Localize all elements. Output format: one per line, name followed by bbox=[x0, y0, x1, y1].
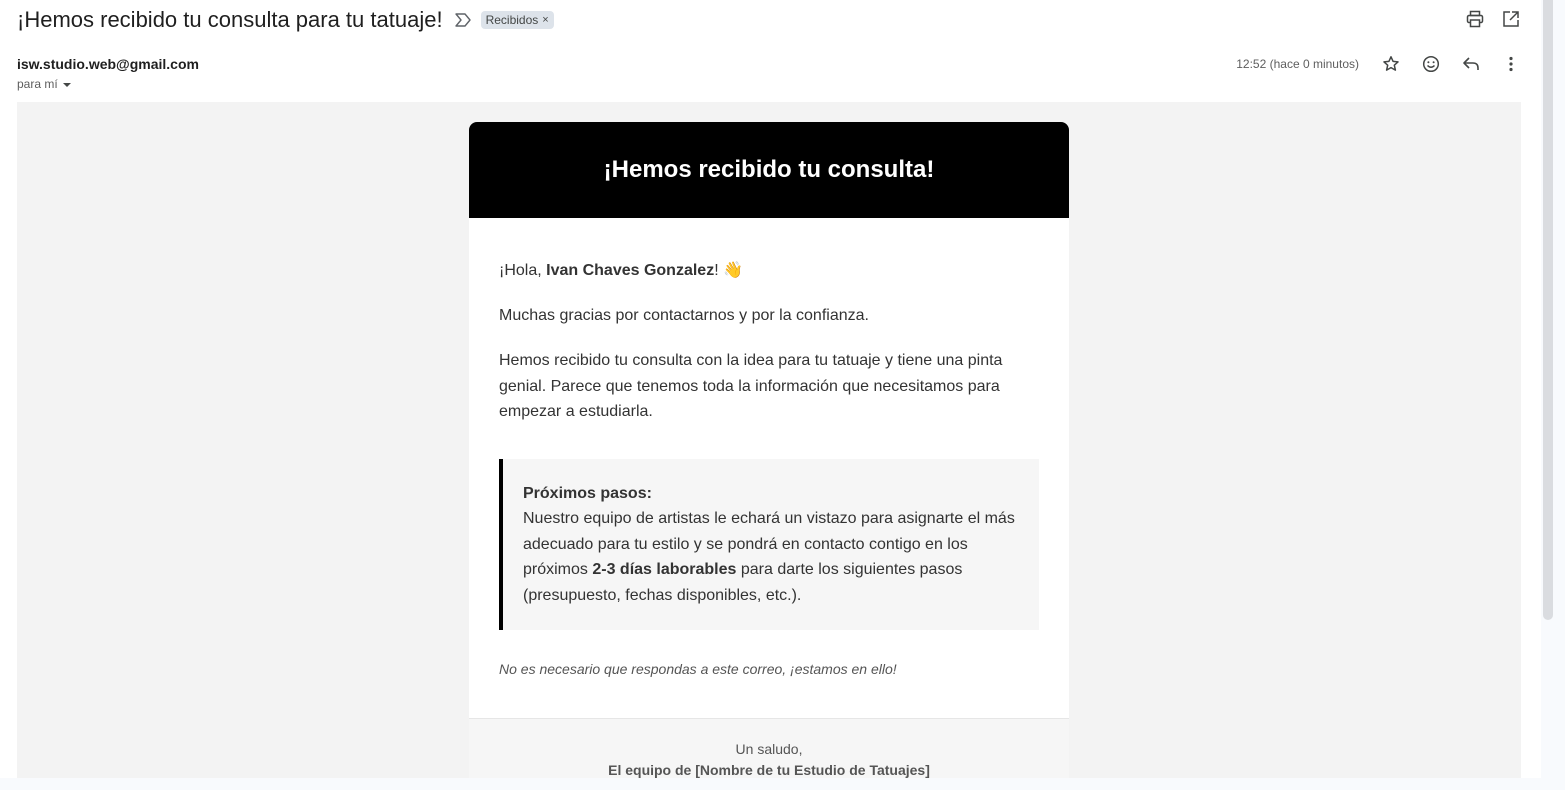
message-timestamp: 12:52 (hace 0 minutos) bbox=[1236, 57, 1359, 71]
important-marker-icon[interactable] bbox=[454, 13, 471, 27]
recipient-row[interactable]: para mí bbox=[17, 77, 72, 91]
card-content: ¡Hola, Ivan Chaves Gonzalez! 👋 Muchas gr… bbox=[469, 218, 1069, 718]
next-steps-box: Próximos pasos: Nuestro equipo de artist… bbox=[499, 458, 1039, 630]
greeting-prefix: ¡Hola, bbox=[499, 262, 547, 279]
card-title: ¡Hemos recibido tu consulta! bbox=[603, 156, 935, 183]
emoji-reaction-icon[interactable] bbox=[1421, 54, 1441, 74]
scrollbar-thumb[interactable] bbox=[1543, 0, 1553, 620]
greeting-name: Ivan Chaves Gonzalez bbox=[546, 262, 715, 279]
next-steps-title: Próximos pasos: bbox=[523, 484, 652, 502]
subject-row: ¡Hemos recibido tu consulta para tu tatu… bbox=[17, 6, 554, 34]
message-actions bbox=[1381, 54, 1521, 74]
message-meta: 12:52 (hace 0 minutos) bbox=[1236, 54, 1521, 74]
next-steps-bold: 2-3 días laborables bbox=[592, 561, 737, 578]
card-header: ¡Hemos recibido tu consulta! bbox=[469, 122, 1069, 218]
email-card: ¡Hemos recibido tu consulta! ¡Hola, Ivan… bbox=[469, 122, 1069, 778]
paragraph-received: Hemos recibido tu consulta con la idea p… bbox=[499, 352, 1003, 420]
footer-greeting: Un saludo, bbox=[735, 740, 803, 757]
email-subject: ¡Hemos recibido tu consulta para tu tatu… bbox=[17, 7, 443, 32]
greeting: ¡Hola, Ivan Chaves Gonzalez! 👋 bbox=[499, 258, 1039, 284]
label-chip-text: Recibidos bbox=[485, 13, 539, 27]
open-in-new-window-icon[interactable] bbox=[1501, 9, 1521, 29]
more-vertical-icon[interactable] bbox=[1501, 54, 1521, 74]
sender-address[interactable]: isw.studio.web@gmail.com bbox=[17, 56, 199, 72]
remove-label-icon[interactable]: × bbox=[542, 14, 548, 26]
footer-team: El equipo de [Nombre de tu Estudio de Ta… bbox=[608, 761, 930, 778]
thread-actions bbox=[1465, 9, 1521, 29]
reply-icon[interactable] bbox=[1461, 54, 1481, 74]
paragraph-thanks: Muchas gracias por contactarnos y por la… bbox=[499, 306, 869, 324]
no-reply-note: No es necesario que respondas a este cor… bbox=[499, 661, 897, 677]
star-icon[interactable] bbox=[1381, 54, 1401, 74]
email-view: ¡Hemos recibido tu consulta para tu tatu… bbox=[0, 0, 1541, 778]
caret-down-icon[interactable] bbox=[62, 77, 72, 91]
email-body: ¡Hemos recibido tu consulta! ¡Hola, Ivan… bbox=[17, 102, 1521, 778]
label-chip-recibidos[interactable]: Recibidos × bbox=[480, 11, 554, 29]
greeting-suffix: ! 👋 bbox=[714, 262, 743, 279]
card-footer: Un saludo, El equipo de [Nombre de tu Es… bbox=[469, 717, 1069, 778]
printer-icon[interactable] bbox=[1465, 9, 1485, 29]
recipient-label: para mí bbox=[17, 77, 58, 91]
